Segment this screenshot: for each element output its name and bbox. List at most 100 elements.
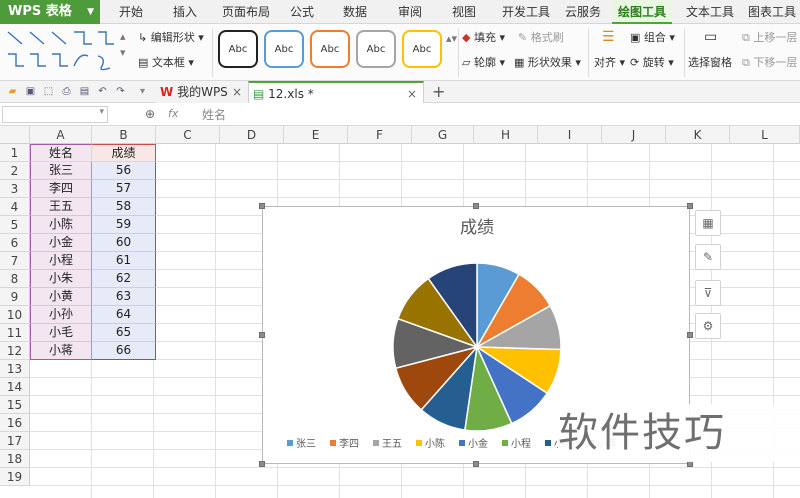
- fx-icon[interactable]: fx: [168, 107, 178, 120]
- name-cell[interactable]: 小孙: [30, 306, 92, 324]
- resize-handle[interactable]: [687, 203, 693, 209]
- name-cell[interactable]: 小黄: [30, 288, 92, 306]
- tab-page-layout[interactable]: 页面布局: [214, 0, 278, 24]
- close-icon[interactable]: ×: [407, 83, 417, 105]
- formula-input[interactable]: 姓名: [196, 105, 796, 125]
- resize-handle[interactable]: [259, 332, 265, 338]
- save-icon[interactable]: ▣: [24, 85, 37, 98]
- row-header[interactable]: 10: [0, 306, 30, 324]
- row-header[interactable]: 18: [0, 450, 30, 468]
- close-icon[interactable]: ×: [232, 81, 242, 103]
- header-cell-score[interactable]: 成绩: [92, 144, 156, 162]
- doc-tab-12-xls[interactable]: ▤ 12.xls * ×: [248, 81, 424, 103]
- tab-developer[interactable]: 开发工具: [496, 0, 556, 24]
- shape-style-sample[interactable]: Abc: [402, 30, 442, 68]
- shape-gallery[interactable]: [4, 28, 116, 76]
- column-header[interactable]: H: [474, 126, 538, 144]
- style-scroll-icon[interactable]: ▴▾: [446, 32, 457, 45]
- select-all-corner[interactable]: [0, 126, 30, 144]
- score-cell[interactable]: 56: [92, 162, 156, 180]
- score-cell[interactable]: 58: [92, 198, 156, 216]
- row-header[interactable]: 17: [0, 432, 30, 450]
- tab-formula[interactable]: 公式: [282, 0, 322, 24]
- shape-effects-button[interactable]: ▦ 形状效果 ▾: [514, 54, 581, 70]
- resize-handle[interactable]: [473, 461, 479, 467]
- column-header[interactable]: F: [348, 126, 412, 144]
- tab-home[interactable]: 开始: [106, 0, 156, 24]
- name-cell[interactable]: 小朱: [30, 270, 92, 288]
- row-header[interactable]: 3: [0, 180, 30, 198]
- score-cell[interactable]: 60: [92, 234, 156, 252]
- tab-text-tools[interactable]: 文本工具: [680, 0, 740, 24]
- rotate-button[interactable]: ⟳ 旋转 ▾: [630, 54, 674, 70]
- fill-button[interactable]: ◆ 填充 ▾: [462, 29, 505, 45]
- name-cell[interactable]: 小蒋: [30, 342, 92, 360]
- name-cell[interactable]: 张三: [30, 162, 92, 180]
- column-header[interactable]: J: [602, 126, 666, 144]
- name-cell[interactable]: 小陈: [30, 216, 92, 234]
- column-header[interactable]: B: [92, 126, 156, 144]
- row-header[interactable]: 11: [0, 324, 30, 342]
- print-icon[interactable]: ⎙: [60, 85, 73, 98]
- zoom-icon[interactable]: ⊕: [145, 107, 155, 121]
- score-cell[interactable]: 64: [92, 306, 156, 324]
- format-painter-button[interactable]: ✎ 格式刷: [518, 29, 564, 45]
- score-cell[interactable]: 57: [92, 180, 156, 198]
- row-header[interactable]: 16: [0, 414, 30, 432]
- row-header[interactable]: 8: [0, 270, 30, 288]
- shape-style-sample[interactable]: Abc: [356, 30, 396, 68]
- column-header[interactable]: A: [30, 126, 92, 144]
- name-cell[interactable]: 李四: [30, 180, 92, 198]
- send-backward-button[interactable]: ⧉ 下移一层: [742, 54, 797, 70]
- row-header[interactable]: 6: [0, 234, 30, 252]
- column-header[interactable]: C: [156, 126, 220, 144]
- align-button[interactable]: 对齐 ▾: [594, 54, 625, 70]
- row-header[interactable]: 19: [0, 468, 30, 486]
- resize-handle[interactable]: [259, 461, 265, 467]
- open-folder-icon[interactable]: ▰: [6, 85, 19, 98]
- tab-chart-tools[interactable]: 图表工具: [744, 0, 800, 24]
- column-header[interactable]: E: [284, 126, 348, 144]
- name-cell[interactable]: 小金: [30, 234, 92, 252]
- chart-title[interactable]: 成绩: [460, 218, 494, 238]
- shape-style-sample[interactable]: Abc: [310, 30, 350, 68]
- tab-insert[interactable]: 插入: [160, 0, 210, 24]
- selection-pane-button[interactable]: 选择窗格: [688, 54, 732, 70]
- resize-handle[interactable]: [687, 332, 693, 338]
- row-header[interactable]: 7: [0, 252, 30, 270]
- score-cell[interactable]: 62: [92, 270, 156, 288]
- row-header[interactable]: 12: [0, 342, 30, 360]
- bring-forward-button[interactable]: ⧉ 上移一层: [742, 29, 797, 45]
- name-cell[interactable]: 小程: [30, 252, 92, 270]
- tab-drawing-tools[interactable]: 绘图工具: [612, 0, 672, 24]
- chart-elements-button[interactable]: ▦: [695, 210, 721, 236]
- shape-style-sample[interactable]: Abc: [218, 30, 258, 68]
- preview-icon[interactable]: ▤: [78, 85, 91, 98]
- row-header[interactable]: 5: [0, 216, 30, 234]
- customize-chevron-icon[interactable]: ▾: [136, 85, 149, 98]
- text-box-button[interactable]: ▤ 文本框 ▾: [138, 54, 194, 70]
- row-header[interactable]: 15: [0, 396, 30, 414]
- gallery-scroll-icon[interactable]: ▴: [120, 30, 126, 43]
- name-cell[interactable]: 王五: [30, 198, 92, 216]
- group-button[interactable]: ▣ 组合 ▾: [630, 29, 675, 45]
- tab-data[interactable]: 数据: [333, 0, 377, 24]
- row-header[interactable]: 13: [0, 360, 30, 378]
- row-header[interactable]: 14: [0, 378, 30, 396]
- name-cell[interactable]: 小毛: [30, 324, 92, 342]
- score-cell[interactable]: 65: [92, 324, 156, 342]
- app-menu-button[interactable]: WPS 表格 ▼: [0, 0, 100, 24]
- new-tab-button[interactable]: +: [428, 81, 445, 103]
- tab-cloud[interactable]: 云服务: [558, 0, 608, 24]
- column-header[interactable]: D: [220, 126, 284, 144]
- shape-style-sample[interactable]: Abc: [264, 30, 304, 68]
- chart-settings-button[interactable]: ⚙: [695, 313, 721, 339]
- resize-handle[interactable]: [473, 203, 479, 209]
- tab-view[interactable]: 视图: [442, 0, 486, 24]
- name-box[interactable]: ▾: [2, 106, 108, 123]
- header-cell-name[interactable]: 姓名: [30, 144, 92, 162]
- row-header[interactable]: 1: [0, 144, 30, 162]
- outline-button[interactable]: ▱ 轮廓 ▾: [462, 54, 505, 70]
- column-header[interactable]: L: [730, 126, 800, 144]
- row-header[interactable]: 9: [0, 288, 30, 306]
